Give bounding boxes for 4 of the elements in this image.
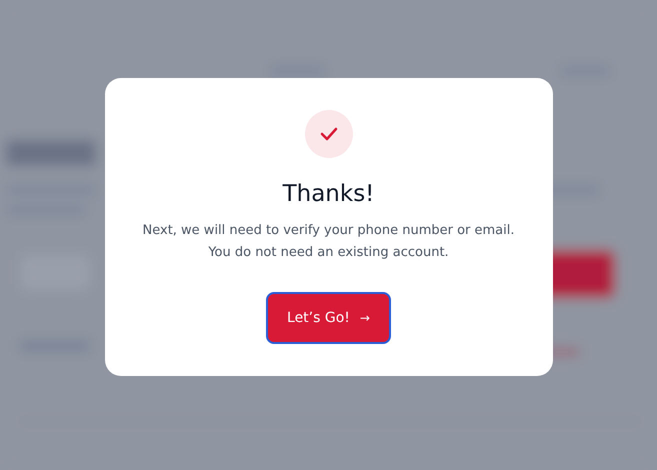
dialog-title: Thanks! — [282, 180, 374, 209]
dialog-message: Next, we will need to verify your phone number or email. You do not need an existing account. — [142, 222, 514, 262]
check-icon — [304, 110, 352, 158]
lets-go-button[interactable]: Let’s Go! → — [266, 292, 391, 344]
